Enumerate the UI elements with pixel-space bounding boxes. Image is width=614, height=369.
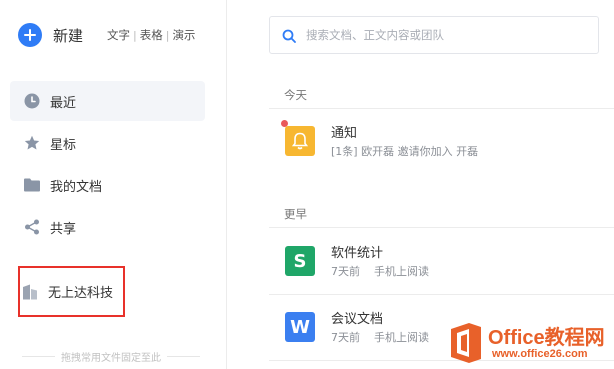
item-subtitle: 7天前 手机上阅读: [331, 331, 429, 344]
list-item-file[interactable]: S 软件统计 7天前 手机上阅读: [269, 232, 614, 294]
team-building-icon: [22, 284, 38, 300]
sidebar-item-label: 星标: [50, 137, 77, 153]
pin-hint: 拖拽常用文件固定至此: [22, 349, 200, 364]
item-title: 通知: [331, 126, 358, 141]
sidebar-divider: [226, 0, 227, 369]
share-icon: [24, 219, 40, 235]
divider: [269, 294, 614, 295]
search-placeholder: 搜索文档、正文内容或团队: [306, 28, 444, 42]
sidebar-item-starred[interactable]: 星标: [10, 123, 205, 163]
divider: [167, 356, 200, 357]
item-title: 软件统计: [331, 246, 384, 261]
separator: |: [165, 28, 170, 42]
sidebar-item-label: 共享: [50, 221, 77, 237]
separator: |: [133, 28, 137, 42]
sidebar-item-label: 最近: [50, 95, 77, 111]
item-subtitle: [1条] 欧开磊 邀请你加入 开磊: [331, 145, 479, 158]
new-text-doc-link[interactable]: 文字: [107, 27, 130, 43]
new-type-group: 文字 | 表格 | 演示: [107, 27, 195, 43]
sidebar: 新建 文字 | 表格 | 演示 最近 星标 我的文档 共享 无上达科技 拖拽常用…: [0, 0, 226, 369]
divider: [269, 108, 614, 109]
plus-icon: [18, 23, 42, 47]
spreadsheet-icon: S: [285, 246, 315, 276]
section-label-today: 今天: [284, 88, 307, 102]
sidebar-item-team[interactable]: 无上达科技: [22, 282, 113, 301]
section-label-earlier: 更早: [284, 207, 307, 221]
clock-icon: [24, 93, 40, 109]
search-icon: [282, 28, 296, 43]
sidebar-item-recent[interactable]: 最近: [10, 81, 205, 121]
new-presentation-link[interactable]: 演示: [172, 27, 195, 43]
item-title: 会议文档: [331, 312, 384, 327]
divider: [22, 356, 55, 357]
item-subtitle: 7天前 手机上阅读: [331, 265, 429, 278]
new-label: 新建: [53, 26, 84, 45]
new-button[interactable]: 新建: [18, 22, 83, 48]
star-icon: [24, 135, 40, 151]
team-label: 无上达科技: [48, 286, 114, 301]
word-doc-icon: W: [285, 312, 315, 342]
sidebar-item-shared[interactable]: 共享: [10, 207, 205, 247]
watermark-url: www.office26.com: [492, 348, 588, 360]
search-input[interactable]: 搜索文档、正文内容或团队: [269, 16, 599, 54]
office-logo-icon: [447, 321, 485, 365]
sidebar-item-label: 我的文档: [50, 179, 103, 195]
pin-hint-text: 拖拽常用文件固定至此: [61, 353, 161, 364]
folder-icon: [24, 177, 40, 193]
list-item-notification[interactable]: 通知 [1条] 欧开磊 邀请你加入 开磊: [269, 112, 614, 174]
watermark: Office教程网 www.office26.com: [447, 318, 614, 369]
new-spreadsheet-link[interactable]: 表格: [140, 27, 163, 43]
unread-dot: [281, 120, 288, 127]
divider: [269, 227, 614, 228]
watermark-title: Office教程网: [488, 327, 605, 349]
bell-icon: [285, 126, 315, 156]
sidebar-item-my-docs[interactable]: 我的文档: [10, 165, 205, 205]
